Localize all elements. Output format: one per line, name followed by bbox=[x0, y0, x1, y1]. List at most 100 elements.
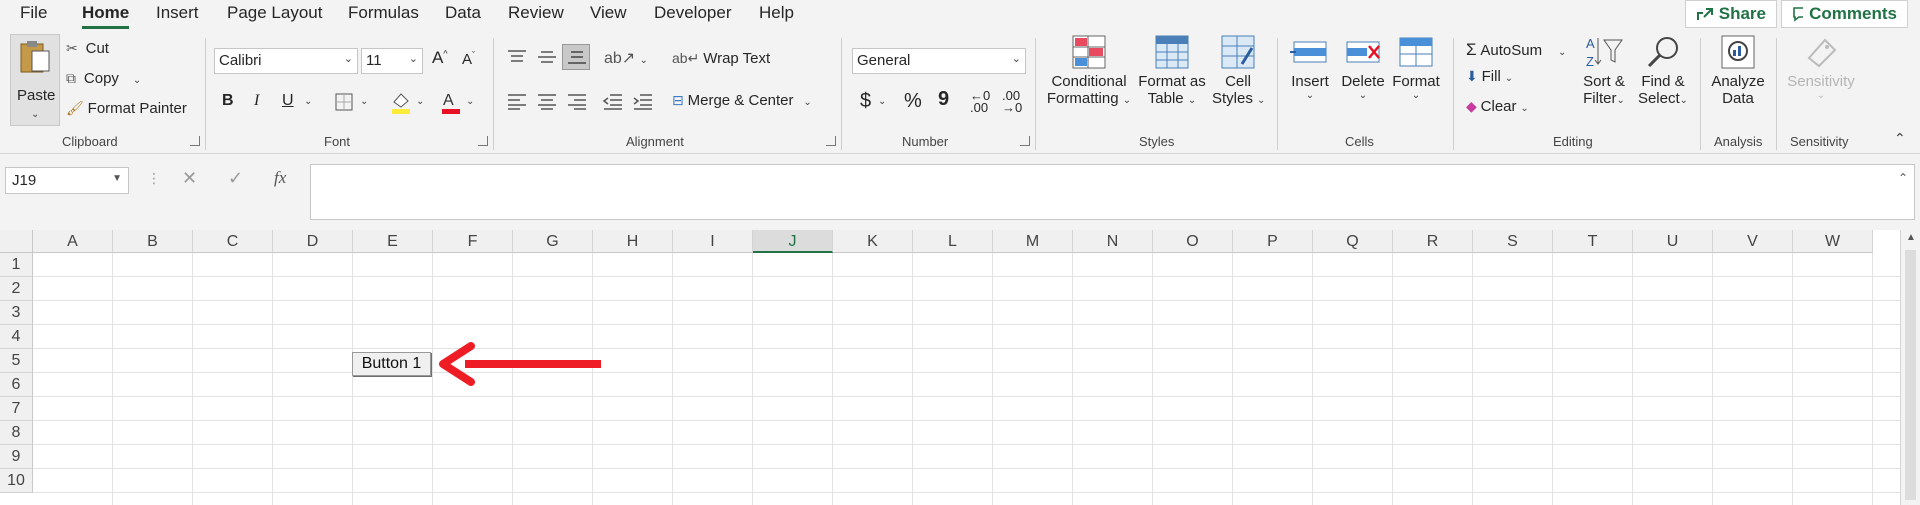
scroll-up-icon[interactable]: ▲ bbox=[1906, 232, 1916, 243]
analyze-data-button[interactable]: Analyze Data bbox=[1708, 34, 1768, 130]
column-header-o[interactable]: O bbox=[1153, 230, 1233, 253]
fill-button[interactable]: ⬇ Fill ⌄ bbox=[1466, 68, 1513, 85]
column-header-s[interactable]: S bbox=[1473, 230, 1553, 253]
row-header-6[interactable]: 6 bbox=[0, 373, 33, 397]
row-header-4[interactable]: 4 bbox=[0, 325, 33, 349]
column-header-i[interactable]: I bbox=[673, 230, 753, 253]
column-header-n[interactable]: N bbox=[1073, 230, 1153, 253]
increase-font-size-icon[interactable]: A^ bbox=[432, 48, 448, 68]
vertical-scrollbar[interactable]: ▲ bbox=[1900, 230, 1920, 505]
formula-input[interactable]: ⌃ bbox=[310, 164, 1915, 220]
decrease-decimal-button[interactable]: .00 →0 bbox=[1002, 89, 1022, 114]
tab-view[interactable]: View bbox=[590, 3, 627, 23]
column-header-w[interactable]: W bbox=[1793, 230, 1873, 253]
font-size-select[interactable]: 11 ⌄ bbox=[361, 48, 423, 74]
tab-file[interactable]: File bbox=[20, 3, 47, 23]
borders-icon[interactable] bbox=[334, 92, 354, 112]
merge-center-button[interactable]: ⊟ Merge & Center ⌄ bbox=[672, 92, 812, 109]
column-header-h[interactable]: H bbox=[593, 230, 673, 253]
clipboard-launcher-icon[interactable] bbox=[190, 136, 200, 146]
comma-button[interactable]: 9 bbox=[938, 88, 949, 111]
collapse-ribbon-icon[interactable]: ⌃ bbox=[1894, 130, 1906, 147]
autosum-button[interactable]: Σ AutoSum ⌄ bbox=[1466, 40, 1566, 60]
column-header-g[interactable]: G bbox=[513, 230, 593, 253]
expand-formula-bar-icon[interactable]: ⌃ bbox=[1898, 171, 1908, 185]
column-header-k[interactable]: K bbox=[833, 230, 913, 253]
align-bottom-button[interactable] bbox=[562, 44, 590, 70]
currency-button[interactable]: $ bbox=[860, 90, 871, 113]
copy-button[interactable]: ⧉ Copy ⌄ bbox=[66, 70, 141, 87]
number-format-select[interactable]: General ⌄ bbox=[852, 48, 1026, 74]
row-header-7[interactable]: 7 bbox=[0, 397, 33, 421]
clear-button[interactable]: ◆ Clear ⌄ bbox=[1466, 98, 1529, 115]
row-header-8[interactable]: 8 bbox=[0, 421, 33, 445]
format-as-table-button[interactable]: Format as Table ⌄ bbox=[1134, 34, 1210, 130]
column-header-t[interactable]: T bbox=[1553, 230, 1633, 253]
tab-review[interactable]: Review bbox=[508, 3, 564, 23]
column-header-v[interactable]: V bbox=[1713, 230, 1793, 253]
align-right-icon[interactable] bbox=[566, 92, 588, 110]
orientation-icon[interactable]: ab↗ ⌄ bbox=[604, 48, 648, 68]
font-color-icon[interactable]: A bbox=[440, 90, 462, 114]
column-header-e[interactable]: E bbox=[353, 230, 433, 253]
cancel-icon[interactable]: ✕ bbox=[182, 168, 197, 189]
row-header-5[interactable]: 5 bbox=[0, 349, 33, 373]
column-header-f[interactable]: F bbox=[433, 230, 513, 253]
form-control-button[interactable]: Button 1 bbox=[352, 352, 431, 376]
tab-home[interactable]: Home bbox=[82, 3, 129, 23]
format-painter-button[interactable]: 🖌 Format Painter bbox=[66, 100, 187, 117]
find-select-button[interactable]: Find & Select⌄ bbox=[1634, 34, 1692, 130]
align-left-icon[interactable] bbox=[506, 92, 528, 110]
column-header-u[interactable]: U bbox=[1633, 230, 1713, 253]
format-cells-button[interactable]: Format ⌄ bbox=[1390, 34, 1442, 130]
tab-insert[interactable]: Insert bbox=[156, 3, 199, 23]
spreadsheet-grid[interactable]: A B C D E F G H I J K L M N O P Q R S T U V W 1 2 3 4 5 6 7 8 9 10 Button… bbox=[0, 230, 1900, 505]
font-launcher-icon[interactable] bbox=[478, 136, 488, 146]
bold-button[interactable]: B bbox=[222, 92, 234, 110]
column-header-c[interactable]: C bbox=[193, 230, 273, 253]
cut-button[interactable]: ✂ Cut bbox=[66, 40, 109, 57]
conditional-formatting-button[interactable]: Conditional Formatting ⌄ bbox=[1046, 34, 1132, 130]
insert-function-icon[interactable]: fx bbox=[274, 168, 286, 188]
decrease-font-size-icon[interactable]: Aˇ bbox=[462, 50, 475, 68]
column-header-d[interactable]: D bbox=[273, 230, 353, 253]
select-all-corner[interactable] bbox=[0, 230, 33, 253]
align-top-icon[interactable] bbox=[506, 48, 528, 66]
column-header-l[interactable]: L bbox=[913, 230, 993, 253]
row-header-3[interactable]: 3 bbox=[0, 301, 33, 325]
row-header-2[interactable]: 2 bbox=[0, 277, 33, 301]
align-center-icon[interactable] bbox=[536, 92, 558, 110]
column-header-b[interactable]: B bbox=[113, 230, 193, 253]
paste-button[interactable]: Paste ⌄ bbox=[10, 34, 60, 126]
sort-filter-button[interactable]: AZ Sort & Filter⌄ bbox=[1578, 34, 1630, 130]
tab-data[interactable]: Data bbox=[445, 3, 481, 23]
share-button[interactable]: Share bbox=[1685, 0, 1777, 28]
align-middle-icon[interactable] bbox=[536, 48, 558, 66]
wrap-text-button[interactable]: ab↵ Wrap Text bbox=[672, 50, 770, 67]
column-header-m[interactable]: M bbox=[993, 230, 1073, 253]
name-box[interactable]: J19 ▼ bbox=[5, 167, 129, 194]
column-header-q[interactable]: Q bbox=[1313, 230, 1393, 253]
increase-indent-icon[interactable] bbox=[632, 92, 654, 110]
tab-formulas[interactable]: Formulas bbox=[348, 3, 419, 23]
column-header-r[interactable]: R bbox=[1393, 230, 1473, 253]
italic-button[interactable]: I bbox=[254, 92, 259, 110]
decrease-indent-icon[interactable] bbox=[602, 92, 624, 110]
number-launcher-icon[interactable] bbox=[1020, 136, 1030, 146]
tab-page-layout[interactable]: Page Layout bbox=[227, 3, 322, 23]
row-header-1[interactable]: 1 bbox=[0, 253, 33, 277]
fill-color-icon[interactable] bbox=[390, 90, 412, 114]
column-header-j[interactable]: J bbox=[753, 230, 833, 253]
column-header-a[interactable]: A bbox=[33, 230, 113, 253]
scroll-thumb[interactable] bbox=[1905, 250, 1916, 500]
tab-developer[interactable]: Developer bbox=[654, 3, 732, 23]
tab-help[interactable]: Help bbox=[759, 3, 794, 23]
row-header-9[interactable]: 9 bbox=[0, 445, 33, 469]
percent-button[interactable]: % bbox=[904, 90, 922, 113]
font-family-select[interactable]: Calibri ⌄ bbox=[214, 48, 358, 74]
enter-icon[interactable]: ✓ bbox=[228, 168, 243, 189]
underline-button[interactable]: U bbox=[282, 92, 294, 110]
alignment-launcher-icon[interactable] bbox=[826, 136, 836, 146]
comments-button[interactable]: Comments bbox=[1781, 0, 1908, 28]
increase-decimal-button[interactable]: ←0.00 bbox=[970, 89, 990, 114]
